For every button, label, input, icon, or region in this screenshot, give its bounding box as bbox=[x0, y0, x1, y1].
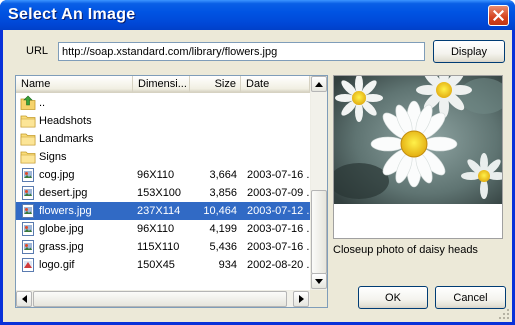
image-file-icon bbox=[20, 221, 36, 237]
arrow-down-icon bbox=[315, 278, 323, 284]
vertical-scroll-thumb[interactable] bbox=[311, 190, 327, 274]
dialog-body: URL Display Name Dimensi... Size Date ..… bbox=[3, 30, 512, 322]
file-name: Landmarks bbox=[39, 133, 94, 145]
resize-grip-icon[interactable] bbox=[499, 309, 510, 320]
horizontal-scrollbar[interactable] bbox=[16, 290, 310, 307]
file-size: 5,436 bbox=[209, 241, 237, 253]
file-dimensions: 150X45 bbox=[137, 259, 175, 271]
image-file-icon bbox=[20, 239, 36, 255]
file-date bbox=[247, 112, 309, 130]
dialog-window: Select An Image URL Display Name Dimensi… bbox=[0, 0, 515, 325]
image-file-icon bbox=[20, 203, 36, 219]
file-size: 4,199 bbox=[209, 223, 237, 235]
file-size: 934 bbox=[218, 259, 237, 271]
list-item[interactable]: .. bbox=[16, 94, 310, 112]
list-item[interactable]: Headshots bbox=[16, 112, 310, 130]
file-name: Headshots bbox=[39, 115, 92, 127]
file-dimensions bbox=[137, 112, 189, 130]
scroll-left-button[interactable] bbox=[16, 291, 32, 307]
url-input[interactable] bbox=[58, 42, 425, 61]
file-date: 2003-07-16 ... bbox=[247, 169, 309, 181]
window-title: Select An Image bbox=[8, 6, 136, 23]
file-list: Name Dimensi... Size Date .. Headshots Lan… bbox=[15, 75, 328, 308]
scroll-corner bbox=[310, 290, 327, 307]
file-size bbox=[190, 94, 237, 112]
file-date: 2003-07-09 ... bbox=[247, 187, 309, 199]
file-name: desert.jpg bbox=[39, 187, 88, 199]
display-button[interactable]: Display bbox=[433, 40, 505, 63]
url-label: URL bbox=[26, 45, 49, 57]
close-icon bbox=[493, 10, 504, 21]
scroll-up-button[interactable] bbox=[311, 76, 327, 92]
list-item[interactable]: logo.gif 150X45 934 2002-08-20 ... bbox=[16, 256, 310, 274]
file-date: 2003-07-16 ... bbox=[247, 241, 309, 253]
file-size: 3,856 bbox=[209, 187, 237, 199]
list-item[interactable]: Landmarks bbox=[16, 130, 310, 148]
scroll-down-button[interactable] bbox=[311, 273, 327, 289]
folder-icon bbox=[20, 149, 36, 165]
file-dimensions: 96X110 bbox=[137, 169, 175, 181]
list-item[interactable]: cog.jpg 96X110 3,664 2003-07-16 ... bbox=[16, 166, 310, 184]
file-name: Signs bbox=[39, 151, 67, 163]
vertical-scrollbar[interactable] bbox=[310, 76, 327, 290]
folder-icon bbox=[20, 131, 36, 147]
file-dimensions bbox=[137, 130, 189, 148]
file-dimensions: 115X110 bbox=[137, 241, 180, 253]
file-date: 2003-07-16 ... bbox=[247, 223, 309, 235]
list-item[interactable]: grass.jpg 115X110 5,436 2003-07-16 ... bbox=[16, 238, 310, 256]
file-name: grass.jpg bbox=[39, 241, 84, 253]
file-name: logo.gif bbox=[39, 259, 75, 271]
up-folder-icon bbox=[20, 95, 36, 111]
list-item[interactable]: globe.jpg 96X110 4,199 2003-07-16 ... bbox=[16, 220, 310, 238]
daisy-photo bbox=[334, 76, 502, 204]
file-size: 10,464 bbox=[203, 205, 237, 217]
image-file-icon bbox=[20, 185, 36, 201]
image-caption: Closeup photo of daisy heads bbox=[333, 244, 478, 256]
file-dimensions: 153X100 bbox=[137, 187, 182, 199]
column-header-date[interactable]: Date bbox=[241, 76, 310, 93]
file-date bbox=[247, 148, 309, 166]
image-file-icon bbox=[20, 167, 36, 183]
title-bar[interactable]: Select An Image bbox=[0, 0, 515, 30]
column-header-size[interactable]: Size bbox=[190, 76, 241, 93]
file-dimensions: 237X114 bbox=[137, 205, 181, 217]
list-item[interactable]: flowers.jpg 237X114 10,464 2003-07-12 ... bbox=[16, 202, 310, 220]
list-rows: .. Headshots Landmarks Signs cog.jpg 96X110 3,… bbox=[16, 94, 310, 274]
arrow-left-icon bbox=[21, 295, 27, 303]
daisy-small-left bbox=[335, 76, 383, 122]
file-size bbox=[190, 130, 237, 148]
column-header-name[interactable]: Name bbox=[16, 76, 133, 93]
file-size: 3,664 bbox=[209, 169, 237, 181]
file-name: cog.jpg bbox=[39, 169, 75, 181]
daisy-main bbox=[370, 100, 458, 188]
file-date bbox=[247, 94, 309, 112]
file-name: .. bbox=[39, 97, 46, 109]
list-item[interactable]: Signs bbox=[16, 148, 310, 166]
file-name: flowers.jpg bbox=[39, 205, 92, 217]
scroll-right-button[interactable] bbox=[293, 291, 309, 307]
ok-button[interactable]: OK bbox=[358, 286, 428, 309]
file-date bbox=[247, 130, 309, 148]
file-size bbox=[190, 112, 237, 130]
gif-file-icon bbox=[20, 257, 36, 273]
file-name: globe.jpg bbox=[39, 223, 84, 235]
list-header: Name Dimensi... Size Date bbox=[16, 76, 310, 93]
file-dimensions bbox=[137, 148, 189, 166]
arrow-right-icon bbox=[298, 295, 304, 303]
arrow-up-icon bbox=[315, 81, 323, 87]
file-dimensions bbox=[137, 94, 189, 112]
image-preview bbox=[333, 75, 503, 239]
folder-icon bbox=[20, 113, 36, 129]
close-button[interactable] bbox=[488, 5, 509, 26]
file-date: 2002-08-20 ... bbox=[247, 259, 309, 271]
column-header-dimensions[interactable]: Dimensi... bbox=[133, 76, 190, 93]
file-size bbox=[190, 148, 237, 166]
list-item[interactable]: desert.jpg 153X100 3,856 2003-07-09 ... bbox=[16, 184, 310, 202]
horizontal-scroll-thumb[interactable] bbox=[33, 291, 287, 307]
cancel-button[interactable]: Cancel bbox=[435, 286, 506, 309]
file-date: 2003-07-12 ... bbox=[247, 205, 309, 217]
file-dimensions: 96X110 bbox=[137, 223, 175, 235]
